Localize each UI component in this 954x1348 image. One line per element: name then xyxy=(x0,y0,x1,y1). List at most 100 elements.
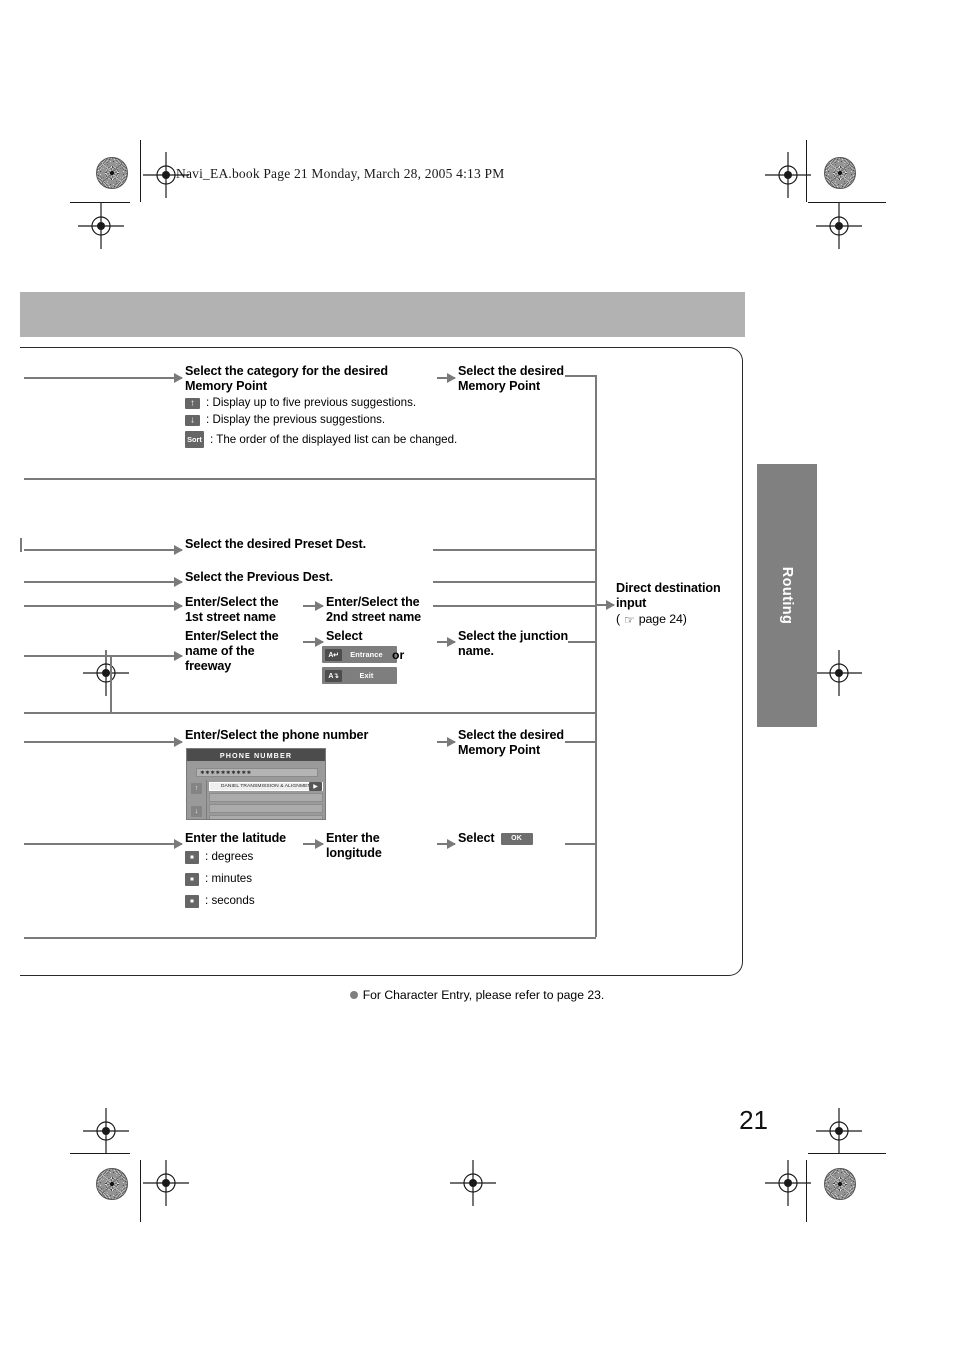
list-item[interactable]: DANIEL TRANSMISSION & ALIGNMEN xyxy=(209,782,323,791)
section-banner xyxy=(20,292,745,337)
freeway-entrance-label: Entrance xyxy=(350,650,383,659)
footer-bullet-icon xyxy=(349,991,358,999)
registration-rosette-bottom-left xyxy=(96,1168,128,1200)
direct-input-ref-text: page 24) xyxy=(638,612,687,627)
connector-previous-dest-to-rail xyxy=(433,581,596,583)
degrees-key-icon xyxy=(185,850,199,864)
registration-target-mid-right xyxy=(816,650,862,696)
phone-number-value: ∗∗∗∗∗∗∗∗∗∗ xyxy=(200,769,252,776)
note-minutes-text: : minutes xyxy=(205,872,253,885)
registration-target-right-lower xyxy=(816,1108,862,1154)
step-select-previous-dest: Select the Previous Dest. xyxy=(185,570,333,584)
crop-mark-vertical-right-bottom xyxy=(806,1160,807,1222)
row-divider-1 xyxy=(24,478,596,480)
sort-icon: Sort xyxy=(185,431,204,448)
registration-target-top-right xyxy=(765,152,811,198)
list-item[interactable] xyxy=(209,804,323,813)
step-enter-freeway-name: Enter/Select the name of the freeway xyxy=(185,629,279,674)
note-sort-text: : The order of the displayed list can be… xyxy=(210,432,458,446)
outcome-direct-destination-input: Direct destination input ( ☞ page 24) xyxy=(616,581,746,628)
phone-next-page-icon[interactable]: ▶ xyxy=(309,782,322,791)
side-tab-routing[interactable]: Routing xyxy=(757,464,817,727)
footer-note-text: For Character Entry, please refer to pag… xyxy=(362,988,605,1002)
branch-freeway-vertical xyxy=(110,656,112,712)
arrow-freeway-step1 xyxy=(24,651,183,661)
step-enter-1st-street-name: Enter/Select the 1st street name xyxy=(185,595,279,625)
connector-phone-to-rail xyxy=(565,741,596,743)
phone-scroll-down-icon[interactable]: ↓ xyxy=(191,806,202,817)
arrow-phone-step2 xyxy=(437,737,456,747)
freeway-exit-button[interactable]: A↴ Exit xyxy=(322,667,397,684)
arrow-phone-step1 xyxy=(24,737,183,747)
flow-collector-rail xyxy=(595,375,597,937)
crop-mark-bottom-right-horizontal xyxy=(808,1153,886,1154)
arrow-freeway-step3 xyxy=(437,637,456,647)
registration-target-right-upper xyxy=(816,203,862,249)
minutes-key-icon xyxy=(185,872,199,886)
freeway-exit-label: Exit xyxy=(359,671,374,680)
pointing-hand-icon: ☞ xyxy=(624,613,635,627)
phone-screen-title: PHONE NUMBER xyxy=(187,749,325,761)
row-divider-2 xyxy=(24,712,596,714)
registration-rosette-top-right xyxy=(824,157,856,189)
freeway-entrance-icon: A↵ xyxy=(325,648,342,661)
ok-button[interactable]: OK xyxy=(500,832,533,845)
arrow-latitude xyxy=(24,839,183,849)
registration-target-bottom-center xyxy=(450,1160,496,1206)
step-select-junction-name: Select the junction name. xyxy=(458,629,569,659)
note-up-arrow-key: ↑ : Display up to five previous suggesti… xyxy=(185,396,416,410)
step-enter-2nd-street-name: Enter/Select the 2nd street name xyxy=(326,595,422,625)
connector-junction-to-rail xyxy=(568,641,596,643)
step-select-desired-memory-point-1: Select the desired Memory Point xyxy=(458,364,564,394)
crop-mark-vertical-right xyxy=(806,140,807,202)
direct-input-line2: input xyxy=(616,596,647,611)
step-select-ok-label: Select xyxy=(458,831,495,845)
phone-scroll-up-icon[interactable]: ↑ xyxy=(191,783,202,794)
note-down-arrow-text: : Display the previous suggestions. xyxy=(206,413,386,426)
step-select-preset-dest: Select the desired Preset Dest. xyxy=(185,537,366,551)
list-item[interactable] xyxy=(209,815,323,819)
note-degrees-text: : degrees xyxy=(205,850,254,863)
note-sort-key: Sort : The order of the displayed list c… xyxy=(185,431,457,448)
arrow-street-step2 xyxy=(303,601,324,611)
arrow-select-ok xyxy=(437,839,456,849)
registration-target-bottom-left xyxy=(143,1160,189,1206)
phone-number-input[interactable]: ∗∗∗∗∗∗∗∗∗∗ xyxy=(196,768,318,777)
phone-result-list: DANIEL TRANSMISSION & ALIGNMEN xyxy=(209,782,323,819)
arrow-street-step1 xyxy=(24,601,183,611)
crop-mark-vertical-left-bottom xyxy=(140,1160,141,1222)
down-arrow-icon: ↓ xyxy=(185,414,200,426)
phone-screen-divider xyxy=(206,780,207,819)
direct-input-ref-open: ( xyxy=(616,612,621,627)
freeway-entrance-button[interactable]: A↵ Entrance xyxy=(322,646,397,663)
arrow-previous-dest xyxy=(24,577,183,587)
list-item-label: DANIEL TRANSMISSION & ALIGNMEN xyxy=(220,784,312,789)
note-seconds-key: : seconds xyxy=(185,894,255,908)
crop-mark-bottom-left-horizontal xyxy=(70,1153,130,1154)
step-enter-longitude: Enter the longitude xyxy=(326,831,382,861)
up-arrow-glyph: ↑ xyxy=(190,397,195,408)
note-minutes-key: : minutes xyxy=(185,872,252,886)
phone-number-screen: PHONE NUMBER ∗∗∗∗∗∗∗∗∗∗ ↑ ↓ DANIEL TRANS… xyxy=(186,748,326,820)
tick-preset-dest xyxy=(20,538,22,552)
connector-memory-point-to-rail xyxy=(565,375,596,377)
row-divider-3 xyxy=(24,937,596,939)
seconds-key-icon xyxy=(185,894,199,908)
freeway-or-label: or xyxy=(392,648,405,662)
footer-note: For Character Entry, please refer to pag… xyxy=(0,988,954,1002)
note-degrees-key: : degrees xyxy=(185,850,253,864)
up-arrow-icon: ↑ xyxy=(185,397,200,409)
registration-target-left-upper xyxy=(78,203,124,249)
step-select-desired-memory-point-2: Select the desired Memory Point xyxy=(458,728,564,758)
arrow-memory-point-step1 xyxy=(24,373,183,383)
step-enter-latitude: Enter the latitude xyxy=(185,831,287,845)
list-item[interactable] xyxy=(209,793,323,802)
side-tab-label: Routing xyxy=(779,566,795,625)
note-seconds-text: : seconds xyxy=(205,894,255,907)
page-number: 21 xyxy=(739,1105,768,1135)
arrow-preset-dest xyxy=(24,545,183,555)
registration-target-left-lower xyxy=(83,1108,129,1154)
arrow-freeway-step2 xyxy=(303,637,324,647)
step-select-freeway-ramp: Select xyxy=(326,629,363,643)
note-up-arrow-text: : Display up to five previous suggestion… xyxy=(206,396,417,409)
